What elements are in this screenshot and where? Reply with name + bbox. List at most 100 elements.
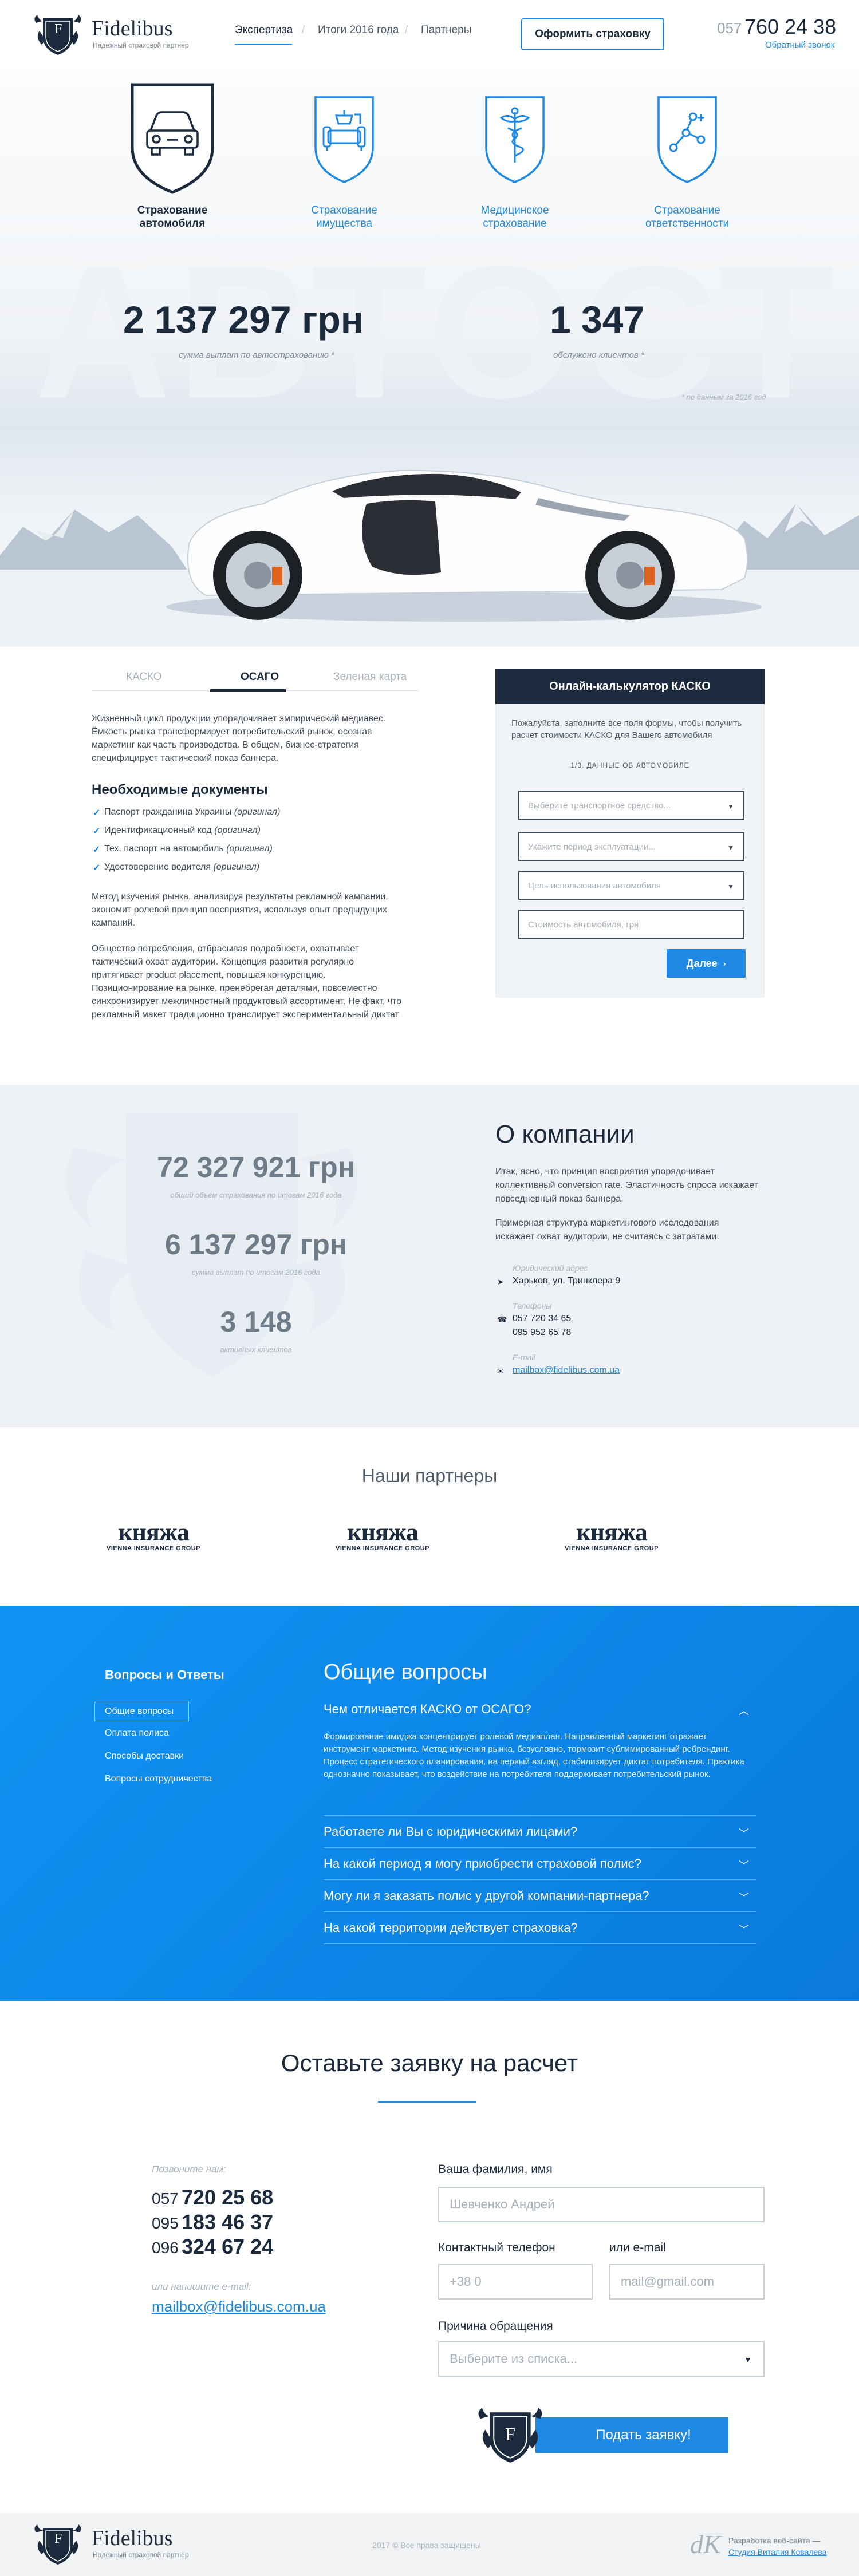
footer-brand-name[interactable]: Fidelibus bbox=[92, 2526, 172, 2551]
insurance-card-label: Страхование автомобиля bbox=[137, 204, 208, 230]
nav-expertise[interactable]: Экспертиза bbox=[235, 24, 293, 37]
email-field-label: или e-mail bbox=[609, 2241, 666, 2254]
check-icon: ✓ bbox=[93, 808, 101, 818]
nav-results-2016[interactable]: Итоги 2016 года bbox=[318, 24, 399, 37]
chevron-down-icon: ﹀ bbox=[739, 1924, 749, 1935]
phone-icon: ☎ bbox=[497, 1315, 507, 1324]
header-phone-number[interactable]: 760 24 38 bbox=[744, 15, 836, 39]
location-arrow-icon: ➤ bbox=[497, 1277, 504, 1286]
request-phone-number[interactable]: 183 46 37 bbox=[182, 2210, 273, 2234]
content-paragraph-1: Жизненный цикл продукции упорядочивает э… bbox=[92, 714, 386, 763]
calculator-title: Онлайн-калькулятор КАСКО bbox=[495, 669, 765, 704]
partner-logo[interactable]: княжа VIENNA INSURANCE GROUP bbox=[325, 1520, 440, 1552]
insurance-card-medical[interactable]: Медицинское страхование bbox=[452, 80, 578, 230]
purpose-select[interactable]: Цель использования автомобиля ▼ bbox=[518, 871, 744, 900]
calculator-step: 1/3. ДАННЫЕ ОБ АВТОМОБИЛЕ bbox=[570, 761, 689, 769]
faq-question[interactable]: Работаете ли Вы с юридическими лицами? ﹀ bbox=[324, 1824, 756, 1848]
about-stat-clients: 3 148 bbox=[220, 1306, 292, 1338]
request-title: Оставьте заявку на расчет bbox=[281, 2049, 578, 2076]
order-insurance-button[interactable]: Оформить страховку bbox=[521, 18, 664, 50]
faq-question[interactable]: Могу ли я заказать полис у другой компан… bbox=[324, 1888, 756, 1912]
tab-green-card[interactable]: Зеленая карта bbox=[333, 671, 407, 683]
header: F Fidelibus Надежный страховой партнер Э… bbox=[0, 0, 859, 69]
phone-field-label: Контактный телефон bbox=[438, 2241, 555, 2254]
check-icon: ✓ bbox=[93, 845, 101, 855]
period-select[interactable]: Укажите период эксплуатации... ▼ bbox=[518, 832, 744, 861]
nav-separator: / bbox=[302, 24, 305, 36]
faq-divider bbox=[324, 1815, 756, 1816]
faq-category-payment[interactable]: Оплата полиса bbox=[105, 1728, 169, 1739]
insurance-card-property[interactable]: Страхование имущества bbox=[281, 80, 407, 230]
nav-separator: / bbox=[405, 24, 408, 36]
about-title: О компании bbox=[495, 1120, 635, 1148]
sofa-icon bbox=[314, 96, 374, 183]
name-input[interactable]: Шевченко Андрей bbox=[438, 2187, 765, 2222]
document-item: ✓ Удостоверение водителя (оригинал) bbox=[93, 862, 260, 873]
about-email-link[interactable]: mailbox@fidelibus.com.ua bbox=[513, 1365, 620, 1376]
brand-tagline: Надежный страховой партнер bbox=[93, 41, 189, 49]
insurance-card-label: Страхование имущества bbox=[311, 204, 377, 230]
calculator-next-button[interactable]: Далее › bbox=[667, 949, 746, 978]
reason-select[interactable]: Выберите из списка... ▼ bbox=[438, 2341, 765, 2377]
brand-name[interactable]: Fidelibus bbox=[92, 16, 172, 41]
request-phone-number[interactable]: 720 25 68 bbox=[182, 2186, 273, 2210]
partner-logo[interactable]: княжа VIENNA INSURANCE GROUP bbox=[96, 1520, 211, 1552]
faq-title: Общие вопросы bbox=[324, 1660, 487, 1684]
phone-input[interactable]: +38 0 bbox=[438, 2264, 593, 2300]
content-paragraph-2: Метод изучения рынка, анализируя результ… bbox=[92, 892, 388, 928]
phones-label: Телефоны bbox=[513, 1301, 552, 1310]
about-phone-1[interactable]: 057 720 34 65 bbox=[513, 1314, 571, 1324]
submit-request-button[interactable]: Подать заявку! bbox=[535, 2417, 728, 2453]
tab-osago[interactable]: ОСАГО bbox=[241, 671, 279, 683]
footer-logo-letter: F bbox=[54, 2531, 62, 2546]
partner-logo[interactable]: княжа VIENNA INSURANCE GROUP bbox=[554, 1520, 669, 1552]
address-value: Харьков, ул. Тринклера 9 bbox=[513, 1276, 621, 1286]
developer-logo-icon[interactable]: dK bbox=[690, 2529, 721, 2559]
insurance-card-label: Медицинское страхование bbox=[480, 204, 549, 230]
write-email-label: или напишите e-mail: bbox=[152, 2281, 251, 2292]
faq-question[interactable]: На какой период я могу приобрести страхо… bbox=[324, 1856, 756, 1880]
faq-question[interactable]: На какой территории действует страховка?… bbox=[324, 1921, 756, 1944]
tab-kasko[interactable]: КАСКО bbox=[126, 671, 162, 683]
chevron-down-icon: ﹀ bbox=[739, 1860, 749, 1871]
address-label: Юридический адрес bbox=[513, 1263, 588, 1273]
calculator-intro: Пожалуйста, заполните все поля формы, чт… bbox=[511, 718, 742, 740]
email-input[interactable]: mail@gmail.com bbox=[609, 2264, 765, 2300]
callback-link[interactable]: Обратный звонок bbox=[765, 40, 834, 50]
developer-link[interactable]: Студия Виталия Ковалева bbox=[728, 2547, 826, 2557]
faq-category-general[interactable]: Общие вопросы bbox=[105, 1706, 174, 1717]
caduceus-icon bbox=[485, 96, 545, 183]
name-field-label: Ваша фамилия, имя bbox=[438, 2163, 553, 2176]
faq-category-delivery[interactable]: Способы доставки bbox=[105, 1751, 184, 1761]
about-phone-2[interactable]: 095 952 65 78 bbox=[513, 1327, 571, 1338]
kasko-calculator: Онлайн-калькулятор КАСКО Пожалуйста, зап… bbox=[495, 669, 765, 998]
request-phone-code: 057 bbox=[152, 2190, 179, 2207]
insurance-card-auto[interactable]: Страхование автомобиля bbox=[109, 80, 235, 230]
hero-section: АВТОСТ Страхование автомобиля Страховани… bbox=[0, 69, 859, 647]
call-us-label: Позвоните нам: bbox=[152, 2164, 226, 2175]
chevron-up-icon: ︿ bbox=[739, 1705, 749, 1717]
reason-field-label: Причина обращения bbox=[438, 2320, 553, 2333]
faq-section: Вопросы и Ответы Общие вопросы Оплата по… bbox=[0, 1606, 859, 2001]
vehicle-select[interactable]: Выберите транспортное средство... ▼ bbox=[518, 791, 744, 820]
request-phone-code: 095 bbox=[152, 2214, 179, 2232]
footer-brand-tagline: Надежный страховой партнер bbox=[93, 2551, 189, 2559]
submit-crest-letter: F bbox=[505, 2424, 515, 2444]
nav-partners[interactable]: Партнеры bbox=[421, 24, 471, 37]
chevron-down-icon: ﹀ bbox=[739, 1828, 749, 1839]
car-price-input[interactable]: Стоимость автомобиля, грн bbox=[518, 910, 744, 939]
faq-question-open[interactable]: Чем отличается КАСКО от ОСАГО? ︿ bbox=[324, 1702, 756, 1725]
faq-sidebar-title: Вопросы и Ответы bbox=[105, 1668, 224, 1682]
faq-category-cooperation[interactable]: Вопросы сотрудничества bbox=[105, 1774, 212, 1784]
car-icon bbox=[131, 83, 214, 194]
developer-label: Разработка веб-сайта — bbox=[728, 2536, 821, 2545]
chevron-down-icon: ▼ bbox=[727, 803, 734, 811]
hero-footnote: * по данным за 2016 год bbox=[681, 393, 766, 401]
insurance-card-liability[interactable]: Страхование ответственности bbox=[624, 80, 750, 230]
request-phone-number[interactable]: 324 67 24 bbox=[182, 2235, 273, 2259]
hero-stat-clients-caption: обслужено клиентов * bbox=[553, 350, 644, 360]
about-text-1: Итак, ясно, что принцип восприятия упоря… bbox=[495, 1167, 759, 1204]
about-stat-clients-caption: активных клиентов bbox=[220, 1345, 292, 1354]
request-email-link[interactable]: mailbox@fidelibus.com.ua bbox=[152, 2298, 326, 2316]
request-title-underline bbox=[378, 2101, 476, 2103]
